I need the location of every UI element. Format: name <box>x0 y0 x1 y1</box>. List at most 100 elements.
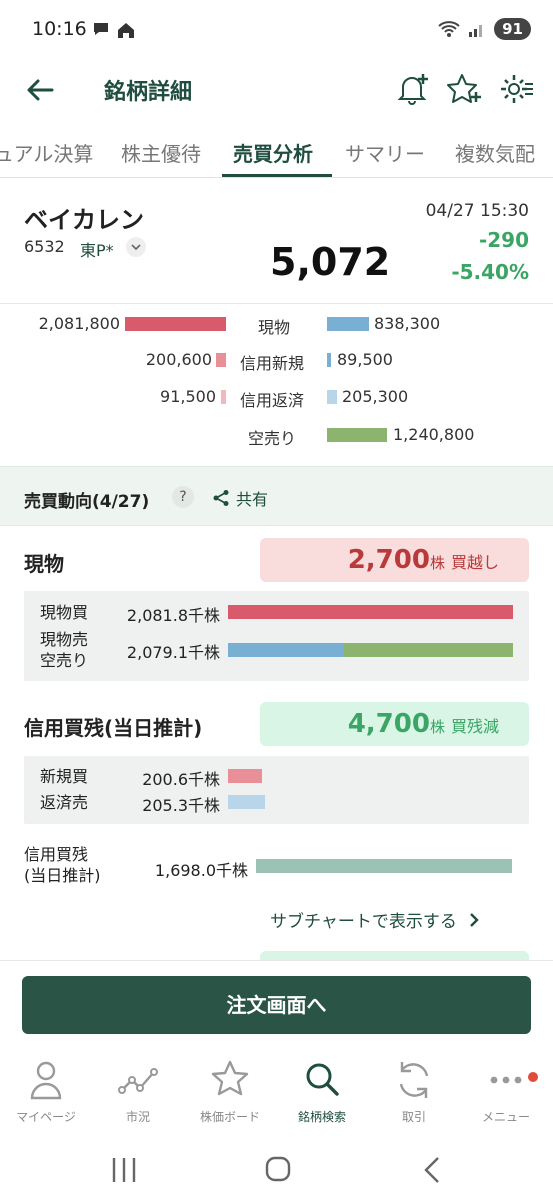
bottom-nav: マイページ 市況 株価ボード 銘柄検索 取引 メニュー <box>0 1050 553 1134</box>
genbutsu-sell-bar <box>228 643 344 657</box>
active-tab-indicator <box>222 174 332 177</box>
home-icon <box>118 23 134 38</box>
buy-bar <box>125 317 226 331</box>
help-icon[interactable]: ? <box>172 486 194 508</box>
bell-add-icon[interactable] <box>393 70 431 108</box>
credit-title: 信用買残(当日推計) <box>24 716 203 740</box>
breakdown-right-value: 838,300 <box>374 314 441 333</box>
recent-apps-icon[interactable] <box>104 1152 144 1188</box>
breakdown-right-value: 89,500 <box>337 350 393 369</box>
stock-name: ベイカレン <box>24 206 144 234</box>
breakdown-right-value: 205,300 <box>342 387 409 406</box>
genbutsu-buy-bar <box>228 605 513 619</box>
share-label: 共有 <box>236 490 269 509</box>
price-change-percent: -5.40% <box>451 260 529 284</box>
home-button-icon[interactable] <box>258 1152 298 1188</box>
genbutsu-sell-label: 現物売 空売り <box>40 630 89 670</box>
sell-bar <box>327 390 337 404</box>
app-header: 銘柄詳細 <box>0 60 553 118</box>
nav-item-menu[interactable]: メニュー <box>460 1058 552 1125</box>
breakdown-row-credit-new: 200,600 信用新規 89,500 <box>0 348 553 376</box>
credit-repay-sell-bar <box>228 795 265 809</box>
stock-market[interactable]: 東P* <box>80 237 114 261</box>
status-bar: 10:16 91 <box>0 0 553 60</box>
search-icon <box>306 1063 339 1096</box>
credit-balance-bar <box>256 859 512 873</box>
genbutsu-short-bar <box>344 643 513 657</box>
nav-item-board[interactable]: 株価ボード <box>184 1058 276 1125</box>
tab-trade-analysis[interactable]: 売買分析 <box>233 138 313 167</box>
genbutsu-detail-box: 現物買 2,081.8千株 現物売 空売り 2,079.1千株 <box>24 591 529 681</box>
breakdown-label: 信用返済 <box>240 391 305 410</box>
credit-balance-label: 信用買残 (当日推計) <box>24 845 101 885</box>
breakdown-left-value: 200,600 <box>145 350 212 369</box>
signal-icon <box>469 25 483 37</box>
credit-new-buy-bar <box>228 769 262 783</box>
tab-dual-earnings[interactable]: ュアル決算 <box>0 138 93 167</box>
star-icon <box>211 1060 249 1096</box>
tab-shareholder-benefits[interactable]: 株主優待 <box>121 138 201 167</box>
credit-net-badge: 4,700株 買残減 <box>260 702 529 746</box>
price-change: -290 <box>478 228 529 252</box>
wifi-icon <box>438 21 460 37</box>
genbutsu-buy-label: 現物買 <box>40 603 89 622</box>
chevron-down-icon[interactable] <box>126 237 146 257</box>
stock-price: 5,072 <box>270 240 391 284</box>
trend-title: 売買動向(4/27) <box>24 492 150 512</box>
genbutsu-net-badge: 2,700株 買越し <box>260 538 529 582</box>
genbutsu-sell-value: 2,079.1千株 <box>126 643 220 662</box>
credit-new-buy-value: 200.6千株 <box>142 770 220 789</box>
star-add-icon[interactable] <box>445 70 483 108</box>
tab-summary[interactable]: サマリー <box>345 138 425 167</box>
order-screen-button[interactable]: 注文画面へ <box>22 976 531 1034</box>
share-button[interactable]: 共有 <box>212 486 268 510</box>
breakdown-row-genbutsu: 2,081,800 現物 838,300 <box>0 312 553 340</box>
breakdown-row-credit-repay: 91,500 信用返済 205,300 <box>0 385 553 413</box>
breakdown-row-short: 空売り 1,240,800 <box>0 423 553 451</box>
breakdown-left-value: 2,081,800 <box>38 314 120 333</box>
refresh-icon <box>399 1062 429 1098</box>
breakdown-right-value: 1,240,800 <box>393 425 475 444</box>
trend-section-header: 売買動向(4/27) ? 共有 <box>0 466 553 526</box>
chart-line-icon <box>118 1068 158 1094</box>
system-nav-bar <box>0 1136 553 1200</box>
breakdown-label: 空売り <box>248 429 297 448</box>
more-icon <box>490 1076 522 1084</box>
nav-item-search[interactable]: 銘柄検索 <box>276 1058 368 1125</box>
battery-level: 91 <box>494 18 531 40</box>
sell-bar <box>327 317 369 331</box>
back-arrow-icon[interactable] <box>22 72 58 108</box>
nav-item-mypage[interactable]: マイページ <box>0 1058 92 1125</box>
back-nav-icon[interactable] <box>414 1152 454 1188</box>
buy-bar <box>221 390 226 404</box>
share-icon <box>213 490 229 506</box>
credit-detail-box: 新規買 200.6千株 返済売 205.3千株 <box>24 756 529 824</box>
subchart-link[interactable]: サブチャートで表示する <box>270 907 481 932</box>
settings-gear-icon[interactable] <box>497 70 535 108</box>
status-time: 10:16 <box>32 18 87 40</box>
credit-balance-value: 1,698.0千株 <box>154 861 248 880</box>
breakdown-label: 信用新規 <box>240 354 305 373</box>
page-title: 銘柄詳細 <box>104 80 193 105</box>
credit-repay-sell-label: 返済売 <box>40 793 89 812</box>
credit-new-buy-label: 新規買 <box>40 767 89 786</box>
subchart-link-label: サブチャートで表示する <box>270 912 457 932</box>
person-icon <box>30 1061 62 1100</box>
breakdown-left-value: 91,500 <box>160 387 216 406</box>
chat-icon <box>94 23 108 35</box>
credit-repay-sell-value: 205.3千株 <box>142 796 220 815</box>
genbutsu-buy-value: 2,081.8千株 <box>126 606 220 625</box>
buy-bar <box>216 353 226 367</box>
price-datetime: 04/27 15:30 <box>425 201 529 221</box>
sell-bar <box>327 353 331 367</box>
short-bar <box>327 428 387 442</box>
stock-code: 6532 <box>24 237 65 256</box>
nav-item-trade[interactable]: 取引 <box>368 1058 460 1125</box>
tab-bar: ュアル決算 株主優待 売買分析 サマリー 複数気配 <box>0 130 553 178</box>
breakdown-label: 現物 <box>258 318 291 337</box>
genbutsu-title: 現物 <box>24 552 64 576</box>
notification-dot <box>528 1072 538 1082</box>
nav-item-market[interactable]: 市況 <box>92 1058 184 1125</box>
chevron-right-icon <box>469 912 479 927</box>
tab-order-book[interactable]: 複数気配 <box>455 138 535 167</box>
